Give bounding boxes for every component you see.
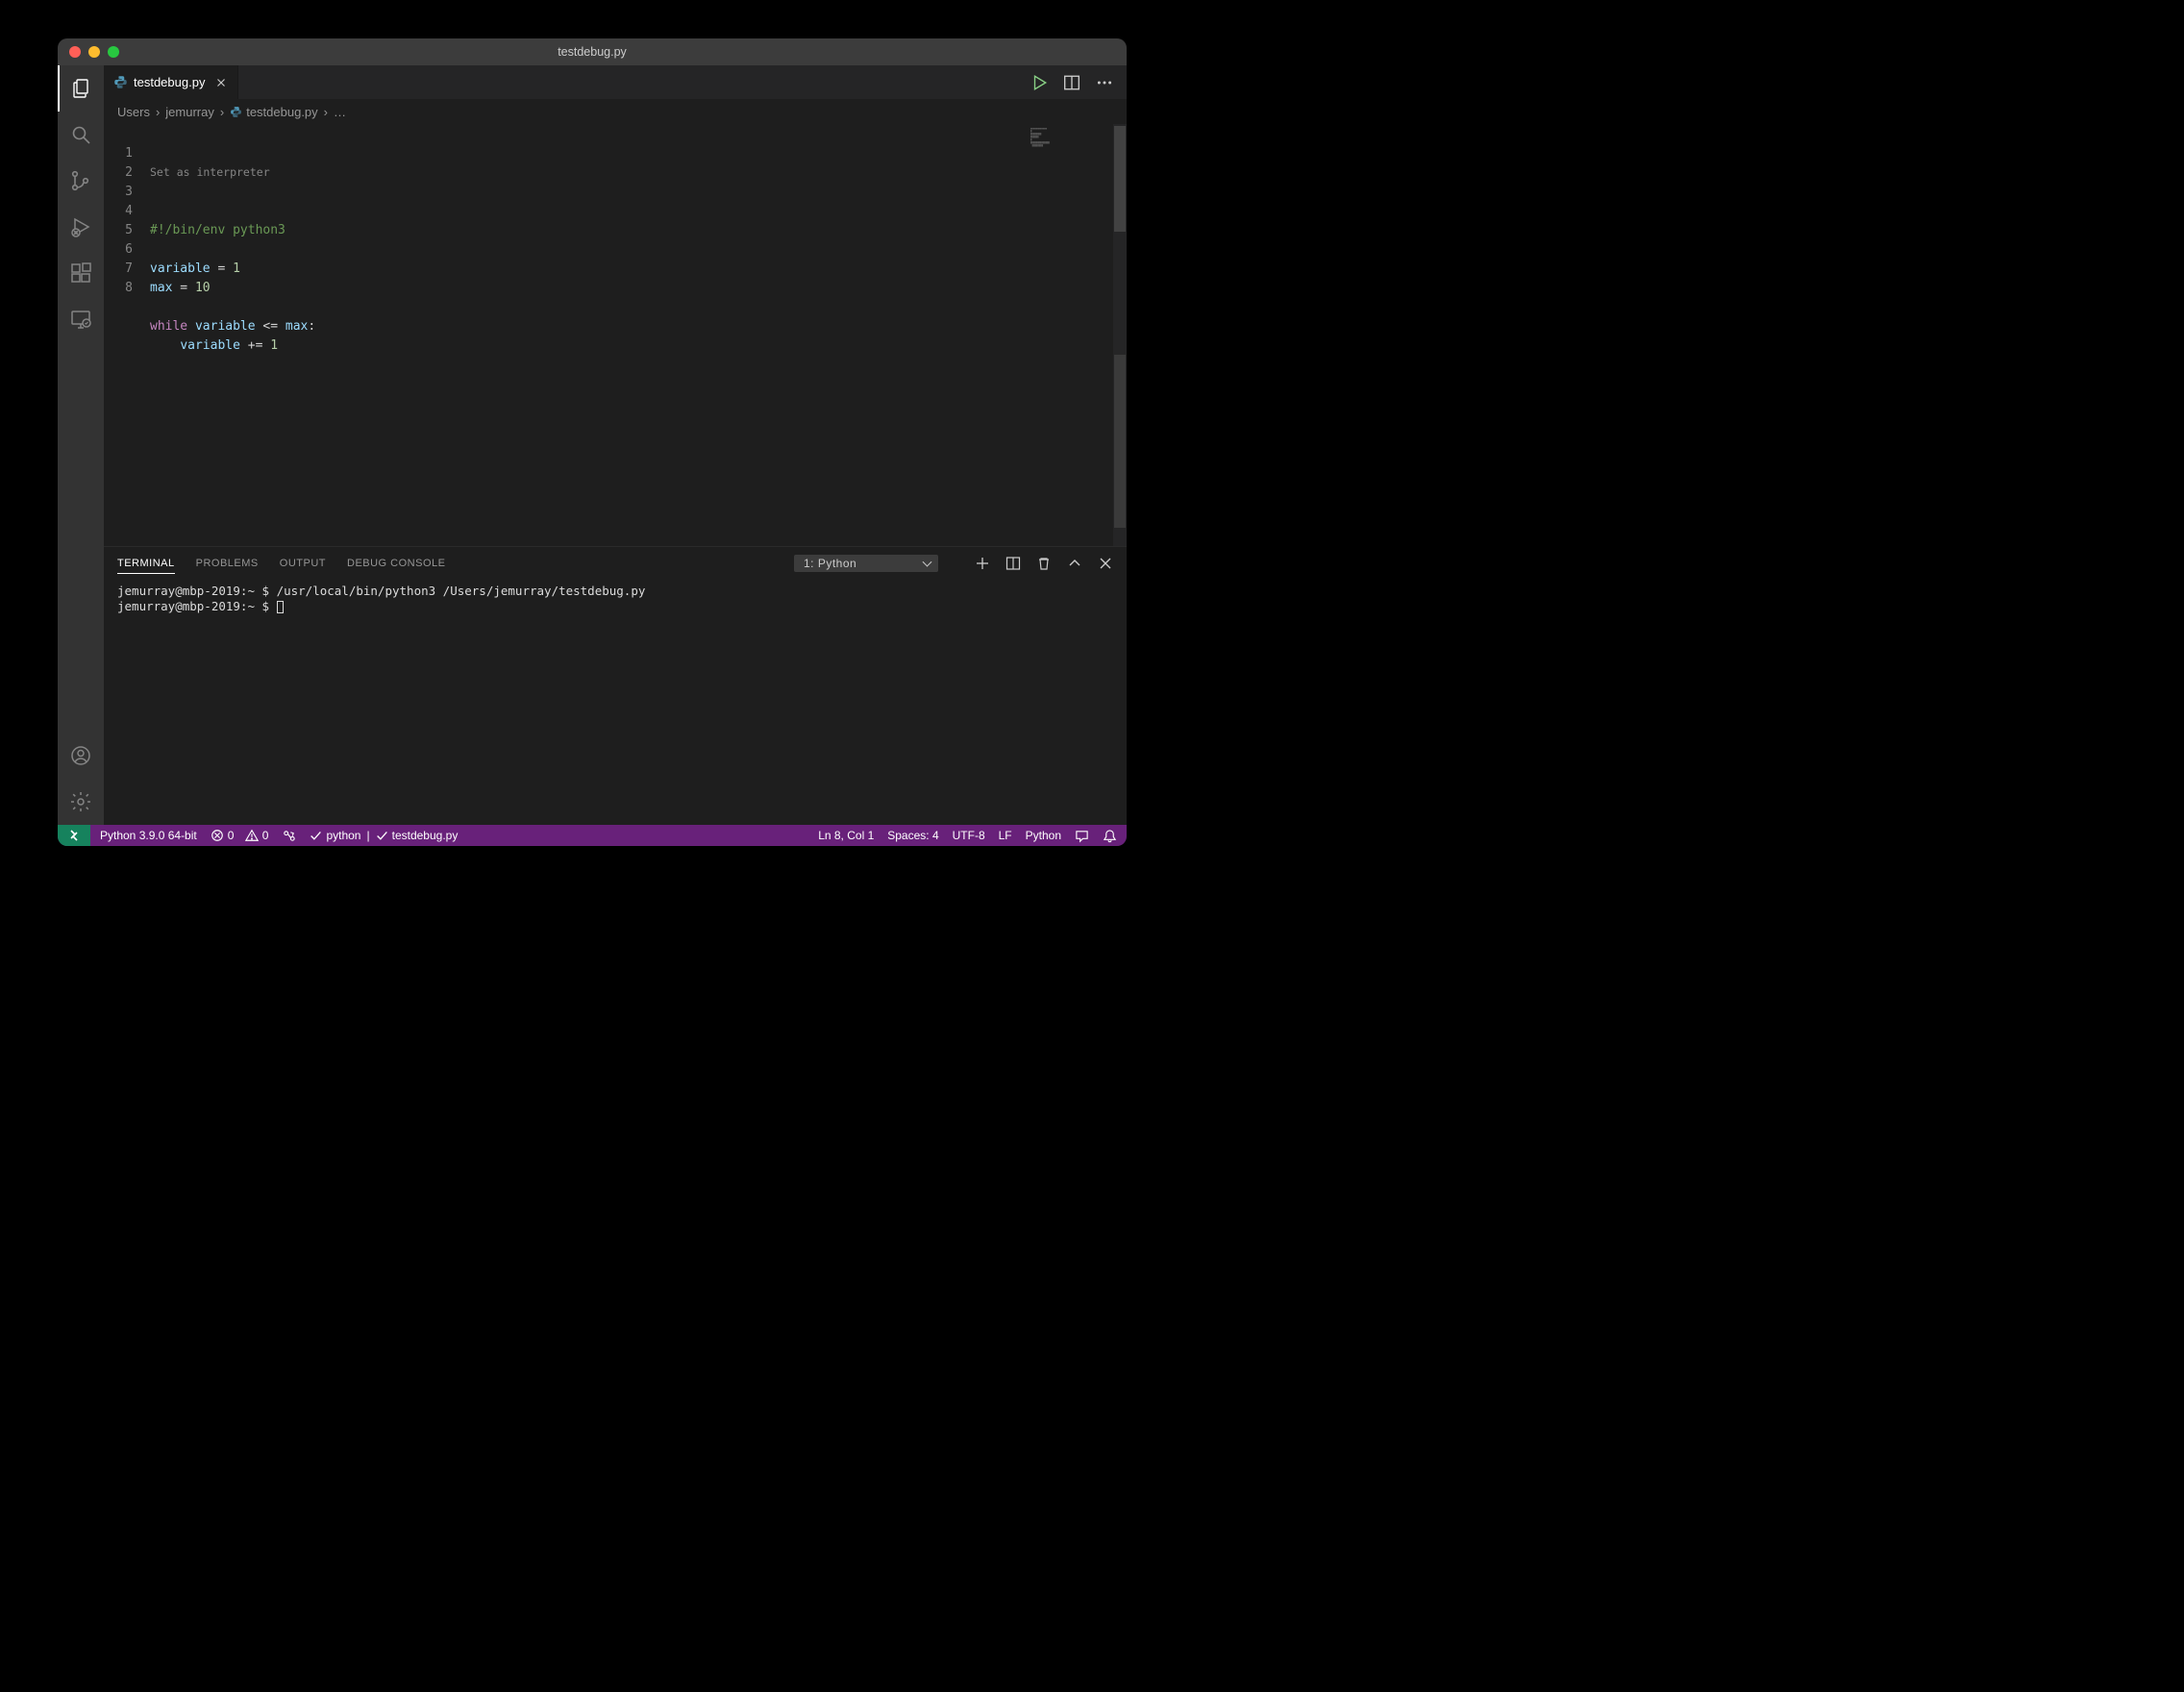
vertical-scrollbar[interactable]	[1113, 124, 1127, 546]
breadcrumb-segment[interactable]: …	[334, 105, 346, 119]
encoding-status[interactable]: UTF-8	[953, 829, 985, 842]
remote-indicator[interactable]	[58, 825, 90, 846]
close-panel-icon[interactable]	[1098, 556, 1113, 571]
vscode-window: testdebug.py	[58, 38, 1127, 846]
code-line[interactable]: #!/bin/env python3	[150, 221, 998, 240]
indentation-status[interactable]: Spaces: 4	[887, 829, 938, 842]
run-debug-icon[interactable]	[58, 204, 104, 250]
terminal-line: jemurray@mbp-2019:~ $ /usr/local/bin/pyt…	[117, 584, 1113, 599]
accounts-icon[interactable]	[58, 733, 104, 779]
terminal-selector-dropdown[interactable]: 1: Python	[794, 555, 938, 572]
line-number: 4	[104, 202, 133, 221]
codelens-action[interactable]: Set as interpreter	[150, 162, 998, 182]
chevron-right-icon: ›	[156, 105, 160, 119]
line-number: 7	[104, 260, 133, 279]
panel-tab-problems[interactable]: PROBLEMS	[196, 558, 259, 569]
bottom-panel: TERMINAL PROBLEMS OUTPUT DEBUG CONSOLE 1…	[104, 546, 1127, 825]
more-actions-icon[interactable]	[1096, 74, 1113, 91]
code-line[interactable]	[150, 356, 998, 375]
panel-tab-output[interactable]: OUTPUT	[280, 558, 326, 569]
minimap[interactable]: ████████████████████████████████████████…	[998, 124, 1113, 546]
terminal-line: jemurray@mbp-2019:~ $	[117, 599, 1113, 614]
line-number: 8	[104, 279, 133, 298]
line-number: 6	[104, 240, 133, 260]
scroll-overview-region	[1114, 355, 1126, 528]
chevron-right-icon: ›	[220, 105, 224, 119]
panel-tab-terminal[interactable]: TERMINAL	[117, 558, 175, 574]
remote-explorer-icon[interactable]	[58, 296, 104, 342]
panel-actions	[975, 556, 1113, 571]
titlebar: testdebug.py	[58, 38, 1127, 65]
python-file-icon	[113, 75, 128, 89]
line-number: 2	[104, 163, 133, 183]
new-terminal-icon[interactable]	[975, 556, 990, 571]
extensions-icon[interactable]	[58, 250, 104, 296]
split-terminal-icon[interactable]	[1005, 556, 1021, 571]
line-number-gutter: 12345678	[104, 124, 150, 546]
code-line[interactable]: variable = 1	[150, 260, 998, 279]
chevron-right-icon: ›	[324, 105, 328, 119]
language-mode-status[interactable]: Python	[1026, 829, 1061, 842]
settings-gear-icon[interactable]	[58, 779, 104, 825]
panel-tab-debug-console[interactable]: DEBUG CONSOLE	[347, 558, 445, 569]
breadcrumb-segment[interactable]: testdebug.py	[246, 105, 317, 119]
code-line[interactable]: max = 10	[150, 279, 998, 298]
window-title: testdebug.py	[58, 45, 1127, 59]
terminal-cursor	[277, 601, 284, 613]
panel-tabs: TERMINAL PROBLEMS OUTPUT DEBUG CONSOLE 1…	[104, 547, 1127, 580]
run-file-icon[interactable]	[1030, 74, 1048, 91]
test-status-python[interactable]: python	[310, 829, 360, 842]
line-number: 1	[104, 144, 133, 163]
maximize-panel-icon[interactable]	[1067, 556, 1082, 571]
feedback-icon[interactable]	[1075, 829, 1089, 843]
editor-area: 12345678 Set as interpreter #!/bin/env p…	[104, 124, 1127, 546]
terminal-output[interactable]: jemurray@mbp-2019:~ $ /usr/local/bin/pyt…	[104, 580, 1127, 825]
code-editor[interactable]: 12345678 Set as interpreter #!/bin/env p…	[104, 124, 998, 546]
code-line[interactable]	[150, 240, 998, 260]
error-count: 0	[228, 829, 235, 842]
code-line[interactable]: while variable <= max:	[150, 317, 998, 336]
activity-bar	[58, 65, 104, 825]
files-icon[interactable]	[58, 65, 104, 112]
close-window-button[interactable]	[69, 46, 81, 58]
scroll-thumb[interactable]	[1114, 126, 1126, 232]
live-share-icon[interactable]	[282, 829, 296, 843]
search-icon[interactable]	[58, 112, 104, 158]
status-bar: Python 3.9.0 64-bit 0 0 python | testdeb…	[58, 825, 1127, 846]
source-control-icon[interactable]	[58, 158, 104, 204]
editor-group: testdebug.py	[104, 65, 1127, 825]
code-line[interactable]: variable += 1	[150, 336, 998, 356]
tab-label: testdebug.py	[134, 75, 205, 89]
traffic-lights	[69, 46, 119, 58]
python-file-icon	[230, 106, 242, 118]
code-content[interactable]: Set as interpreter #!/bin/env python3 va…	[150, 124, 998, 546]
notifications-bell-icon[interactable]	[1103, 829, 1117, 843]
split-editor-icon[interactable]	[1063, 74, 1080, 91]
close-tab-icon[interactable]	[214, 76, 228, 89]
breadcrumb-segment[interactable]: jemurray	[165, 105, 214, 119]
editor-actions	[1017, 65, 1127, 99]
test-status-file[interactable]: testdebug.py	[376, 829, 459, 842]
kill-terminal-icon[interactable]	[1036, 556, 1052, 571]
cursor-position-status[interactable]: Ln 8, Col 1	[818, 829, 874, 842]
line-number: 5	[104, 221, 133, 240]
problems-status[interactable]: 0 0	[211, 829, 269, 842]
breadcrumb-segment[interactable]: Users	[117, 105, 150, 119]
python-interpreter-status[interactable]: Python 3.9.0 64-bit	[100, 829, 197, 842]
warning-count: 0	[262, 829, 269, 842]
line-number: 3	[104, 183, 133, 202]
zoom-window-button[interactable]	[108, 46, 119, 58]
breadcrumbs[interactable]: Users › jemurray › testdebug.py › …	[104, 99, 1127, 124]
minimize-window-button[interactable]	[88, 46, 100, 58]
tab-testdebug-py[interactable]: testdebug.py	[104, 65, 238, 99]
tab-bar: testdebug.py	[104, 65, 1127, 99]
minimap-preview: ████████████████████████████████████████…	[1030, 128, 1107, 157]
code-line[interactable]	[150, 298, 998, 317]
eol-status[interactable]: LF	[999, 829, 1012, 842]
